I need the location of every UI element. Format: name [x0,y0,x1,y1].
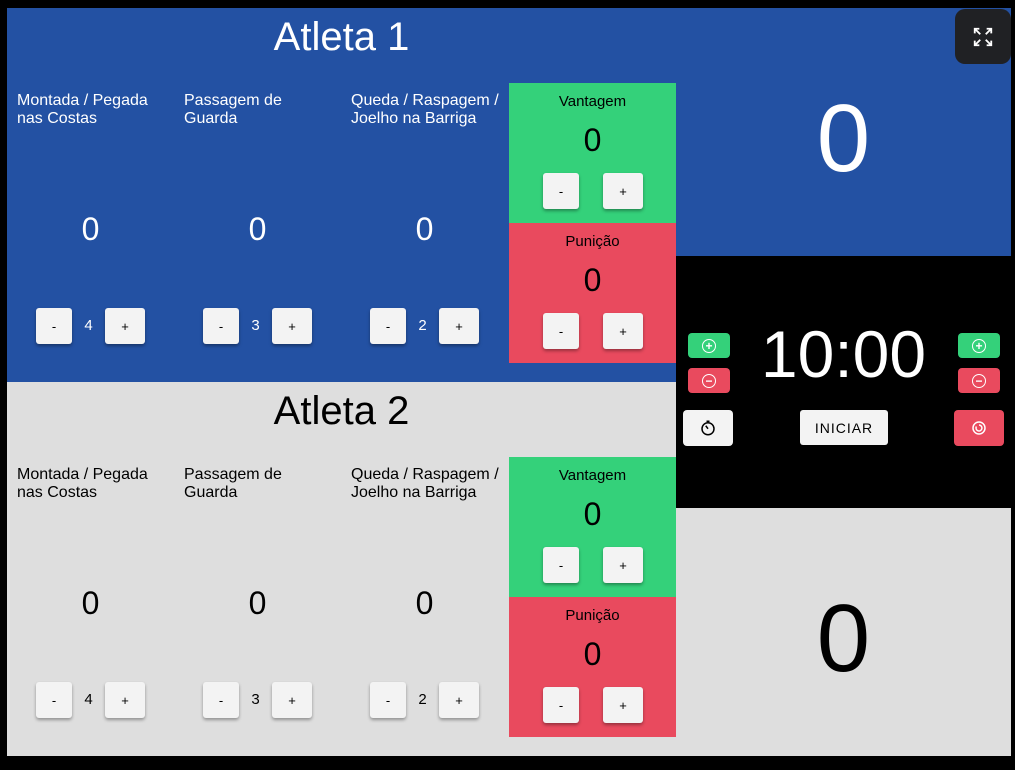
penalty-decrement-button[interactable]: - [543,313,579,349]
decrement-button[interactable]: - [203,308,239,344]
scoreboard: Atleta 1 Montada / Pegada nas Costas 0 -… [7,8,1011,756]
category-label: Queda / Raspagem / Joelho na Barriga [351,466,499,501]
increment-button[interactable]: + [105,682,145,718]
category-stepper: - 3 + [203,682,313,718]
increment-button[interactable]: + [439,308,479,344]
category-label: Passagem de Guarda [184,466,282,501]
add-time-right-button[interactable]: + [958,333,1000,358]
advantage-increment-button[interactable]: + [603,173,643,209]
stopwatch-button[interactable] [683,410,733,446]
athlete-1-mount-category: Montada / Pegada nas Costas 0 - 4 + [7,8,174,382]
decrement-button[interactable]: - [370,682,406,718]
athlete-1-guard-pass-category: Passagem de Guarda 0 - 3 + [174,8,341,382]
decrement-button[interactable]: - [36,682,72,718]
remove-time-right-button[interactable]: − [958,368,1000,393]
category-stepper: - 3 + [203,308,313,344]
category-label: Montada / Pegada nas Costas [17,92,148,127]
increment-button[interactable]: + [439,682,479,718]
points-value: 3 [251,691,260,708]
advantage-increment-button[interactable]: + [603,547,643,583]
athlete-2-panel: Atleta 2 Montada / Pegada nas Costas 0 -… [7,382,676,756]
category-stepper: - 4 + [36,308,146,344]
category-stepper: - 4 + [36,682,146,718]
increment-button[interactable]: + [272,682,312,718]
category-label: Queda / Raspagem / Joelho na Barriga [351,92,499,127]
points-value: 2 [418,691,427,708]
category-value: 0 [81,211,100,247]
penalty-value: 0 [583,636,602,672]
points-value: 4 [84,691,93,708]
points-value: 3 [251,317,260,334]
athlete-2-takedown-category: Queda / Raspagem / Joelho na Barriga 0 -… [341,382,508,756]
decrement-button[interactable]: - [203,682,239,718]
athlete-1-penalty-box: Punição 0 - + [509,223,676,363]
penalty-increment-button[interactable]: + [603,687,643,723]
category-value: 0 [248,585,267,621]
penalty-label: Punição [565,607,620,624]
points-value: 2 [418,317,427,334]
category-value: 0 [81,585,100,621]
timer-panel: + − 10:00 + − INICIAR [676,256,1011,508]
penalty-label: Punição [565,233,620,250]
advantage-value: 0 [583,122,602,158]
reset-button[interactable] [954,410,1004,446]
athlete-1-advantage-box: Vantagem 0 - + [509,83,676,223]
advantage-label: Vantagem [558,467,627,484]
category-label: Montada / Pegada nas Costas [17,466,148,501]
category-value: 0 [415,585,434,621]
fullscreen-button[interactable] [955,9,1011,64]
decrement-button[interactable]: - [370,308,406,344]
start-button[interactable]: INICIAR [800,410,888,445]
category-value: 0 [248,211,267,247]
penalty-decrement-button[interactable]: - [543,687,579,723]
athlete-2-total-score: 0 [676,508,1011,756]
athlete-1-panel: Atleta 1 Montada / Pegada nas Costas 0 -… [7,8,676,382]
penalty-increment-button[interactable]: + [603,313,643,349]
athlete-2-guard-pass-category: Passagem de Guarda 0 - 3 + [174,382,341,756]
category-stepper: - 2 + [370,682,480,718]
category-label: Passagem de Guarda [184,92,282,127]
athlete-1-takedown-category: Queda / Raspagem / Joelho na Barriga 0 -… [341,8,508,382]
athlete-2-penalty-box: Punição 0 - + [509,597,676,737]
fullscreen-icon [973,27,993,46]
advantage-label: Vantagem [558,93,627,110]
minus-circle-icon: − [972,373,986,388]
reset-icon [972,421,986,435]
penalty-value: 0 [583,262,602,298]
category-value: 0 [415,211,434,247]
athlete-2-advantage-box: Vantagem 0 - + [509,457,676,597]
advantage-decrement-button[interactable]: - [543,173,579,209]
athlete-2-mount-category: Montada / Pegada nas Costas 0 - 4 + [7,382,174,756]
advantage-value: 0 [583,496,602,532]
increment-button[interactable]: + [105,308,145,344]
stopwatch-icon [701,420,715,436]
points-value: 4 [84,317,93,334]
decrement-button[interactable]: - [36,308,72,344]
increment-button[interactable]: + [272,308,312,344]
category-stepper: - 2 + [370,308,480,344]
plus-circle-icon: + [972,338,986,353]
advantage-decrement-button[interactable]: - [543,547,579,583]
